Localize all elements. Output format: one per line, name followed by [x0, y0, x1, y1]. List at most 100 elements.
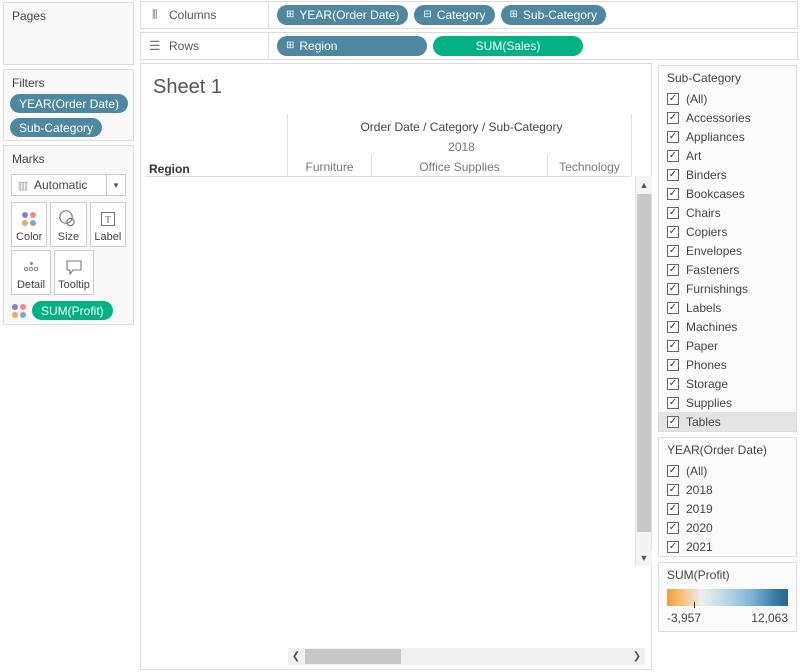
- checkbox-checked-icon[interactable]: ✓: [667, 397, 679, 409]
- column-pill-label: YEAR(Order Date): [299, 8, 399, 22]
- horizontal-scroll-thumb[interactable]: [305, 649, 401, 664]
- row-pill-region[interactable]: ⊞ Region: [277, 36, 427, 56]
- year-filter-item-row[interactable]: ✓2020: [659, 518, 796, 537]
- marks-label-label: Label: [94, 231, 121, 243]
- checkbox-checked-icon[interactable]: ✓: [667, 93, 679, 105]
- row-pill-sum-sales[interactable]: SUM(Sales): [433, 36, 583, 56]
- checkbox-checked-icon[interactable]: ✓: [667, 283, 679, 295]
- vertical-scrollbar[interactable]: ▲ ▼: [635, 176, 651, 566]
- marks-card[interactable]: Marks ▥ Automatic ▼ Color Size T: [3, 145, 134, 325]
- mark-type-dropdown[interactable]: ▥ Automatic ▼: [11, 174, 126, 196]
- checkbox-checked-icon[interactable]: ✓: [667, 503, 679, 515]
- marks-detail-button[interactable]: Detail: [11, 250, 51, 295]
- checkbox-checked-icon[interactable]: ✓: [667, 207, 679, 219]
- marks-detail-label: Detail: [17, 279, 45, 291]
- checkbox-checked-icon[interactable]: ✓: [667, 150, 679, 162]
- marks-color-encoding-row: SUM(Profit): [12, 301, 133, 320]
- subcategory-filter-item-label: Labels: [686, 301, 721, 315]
- rows-shelf[interactable]: ☰ Rows ⊞Region SUM(Sales): [140, 32, 798, 60]
- checkbox-checked-icon[interactable]: ✓: [667, 416, 679, 428]
- checkbox-checked-icon[interactable]: ✓: [667, 378, 679, 390]
- checkbox-checked-icon[interactable]: ✓: [667, 112, 679, 124]
- marks-label-button[interactable]: T Label: [90, 202, 126, 247]
- marks-title: Marks: [4, 146, 133, 170]
- checkbox-checked-icon[interactable]: ✓: [667, 359, 679, 371]
- checkbox-checked-icon[interactable]: ✓: [667, 188, 679, 200]
- subcategory-filter-item-label: Supplies: [686, 396, 732, 410]
- scroll-left-icon[interactable]: ❮: [288, 648, 304, 665]
- category-header-furniture[interactable]: Furniture: [288, 160, 371, 174]
- subcategory-filter-item-row[interactable]: ✓ Phones: [659, 355, 796, 374]
- filters-card[interactable]: Filters YEAR(Order Date) Sub-Category: [3, 69, 134, 141]
- subcategory-filter-item-row[interactable]: ✓Accessories: [659, 108, 796, 127]
- checkbox-checked-icon[interactable]: ✓: [667, 131, 679, 143]
- category-header-technology[interactable]: Technology: [548, 160, 631, 174]
- subcategory-filter-card[interactable]: Sub-Category ✓(All)✓Accessories✓Applianc…: [658, 65, 797, 432]
- checkbox-checked-icon[interactable]: ✓: [667, 302, 679, 314]
- profit-legend-card[interactable]: SUM(Profit) -3,957 12,063: [658, 562, 797, 632]
- column-pill-sub-category[interactable]: ⊞Sub-Category: [501, 5, 606, 25]
- columns-shelf[interactable]: ⦀ Columns ⊞YEAR(Order Date) ⊟Category ⊞S…: [140, 1, 798, 29]
- subcategory-filter-item-row[interactable]: ✓Art: [659, 146, 796, 165]
- checkbox-checked-icon[interactable]: ✓: [667, 321, 679, 333]
- subcategory-filter-item-row[interactable]: ✓Copiers: [659, 222, 796, 241]
- subcategory-filter-item-row[interactable]: ✓Bookcases: [659, 184, 796, 203]
- subcategory-filter-item-label: Chairs: [686, 206, 721, 220]
- plus-box-icon[interactable]: ⊞: [510, 10, 518, 20]
- rows-icon: ☰: [141, 38, 169, 54]
- chevron-down-icon[interactable]: ▼: [106, 175, 125, 195]
- row-pill-label: Region: [299, 39, 337, 53]
- subcategory-filter-item-row[interactable]: ✓(All): [659, 89, 796, 108]
- subcategory-filter-item-row[interactable]: ✓Envelopes: [659, 241, 796, 260]
- year-filter-item-row[interactable]: ✓2019: [659, 499, 796, 518]
- checkbox-checked-icon[interactable]: ✓: [667, 245, 679, 257]
- year-filter-item-row[interactable]: ✓(All): [659, 461, 796, 480]
- subcategory-filter-item-row[interactable]: ✓ Supplies: [659, 393, 796, 412]
- scroll-right-icon[interactable]: ❯: [629, 648, 645, 665]
- column-pill-year-order-date[interactable]: ⊞ YEAR(Order Date): [277, 5, 408, 25]
- checkbox-checked-icon[interactable]: ✓: [667, 169, 679, 181]
- checkbox-checked-icon[interactable]: ✓: [667, 484, 679, 496]
- subcategory-filter-item-row[interactable]: ✓Tables: [659, 412, 796, 431]
- checkbox-checked-icon[interactable]: ✓: [667, 340, 679, 352]
- pages-card[interactable]: Pages: [3, 2, 134, 65]
- subcategory-filter-item-row[interactable]: ✓ Chairs: [659, 203, 796, 222]
- checkbox-checked-icon[interactable]: ✓: [667, 465, 679, 477]
- subcategory-filter-item-row[interactable]: ✓Storage: [659, 374, 796, 393]
- column-header-measure: Order Date / Category / Sub-Category: [294, 120, 629, 134]
- subcategory-filter-item-row[interactable]: ✓Machines: [659, 317, 796, 336]
- pages-title: Pages: [4, 3, 133, 27]
- minus-box-icon[interactable]: ⊟: [423, 10, 431, 20]
- header-vline: [287, 114, 288, 176]
- marks-tooltip-button[interactable]: Tooltip: [54, 250, 94, 295]
- checkbox-checked-icon[interactable]: ✓: [667, 226, 679, 238]
- horizontal-scrollbar[interactable]: ❮ ❯: [288, 648, 645, 665]
- subcategory-filter-item-label: Phones: [686, 358, 727, 372]
- subcategory-filter-item-row[interactable]: ✓ Labels: [659, 298, 796, 317]
- subcategory-filter-item-row[interactable]: ✓Binders: [659, 165, 796, 184]
- checkbox-checked-icon[interactable]: ✓: [667, 264, 679, 276]
- subcategory-filter-item-row[interactable]: ✓Paper: [659, 336, 796, 355]
- year-filter-item-row[interactable]: ✓2021: [659, 537, 796, 556]
- filter-pill-year[interactable]: YEAR(Order Date): [10, 94, 128, 113]
- column-pill-category[interactable]: ⊟Category: [414, 5, 494, 25]
- scroll-down-icon[interactable]: ▼: [636, 549, 652, 566]
- year-filter-card[interactable]: YEAR(Order Date) ✓(All)✓2018✓2019✓2020✓2…: [658, 437, 797, 557]
- vertical-scroll-thumb[interactable]: [637, 194, 651, 532]
- left-panel: Pages Filters YEAR(Order Date) Sub-Categ…: [0, 0, 137, 672]
- subcategory-filter-item-row[interactable]: ✓Furnishings: [659, 279, 796, 298]
- marks-size-button[interactable]: Size: [50, 202, 86, 247]
- category-header-office-supplies[interactable]: Office Supplies: [372, 160, 547, 174]
- plus-box-icon[interactable]: ⊞: [286, 41, 294, 51]
- subcategory-filter-item-row[interactable]: ✓Fasteners: [659, 260, 796, 279]
- year-filter-item-row[interactable]: ✓2018: [659, 480, 796, 499]
- scroll-up-icon[interactable]: ▲: [636, 176, 652, 193]
- mark-buttons-row-1: Color Size T Label: [11, 202, 126, 247]
- subcategory-filter-item-row[interactable]: ✓Appliances: [659, 127, 796, 146]
- checkbox-checked-icon[interactable]: ✓: [667, 522, 679, 534]
- checkbox-checked-icon[interactable]: ✓: [667, 541, 679, 553]
- marks-color-pill-profit[interactable]: SUM(Profit): [32, 301, 113, 320]
- plus-box-icon[interactable]: ⊞: [286, 10, 294, 20]
- filter-pill-subcategory[interactable]: Sub-Category: [10, 118, 102, 137]
- marks-color-button[interactable]: Color: [11, 202, 47, 247]
